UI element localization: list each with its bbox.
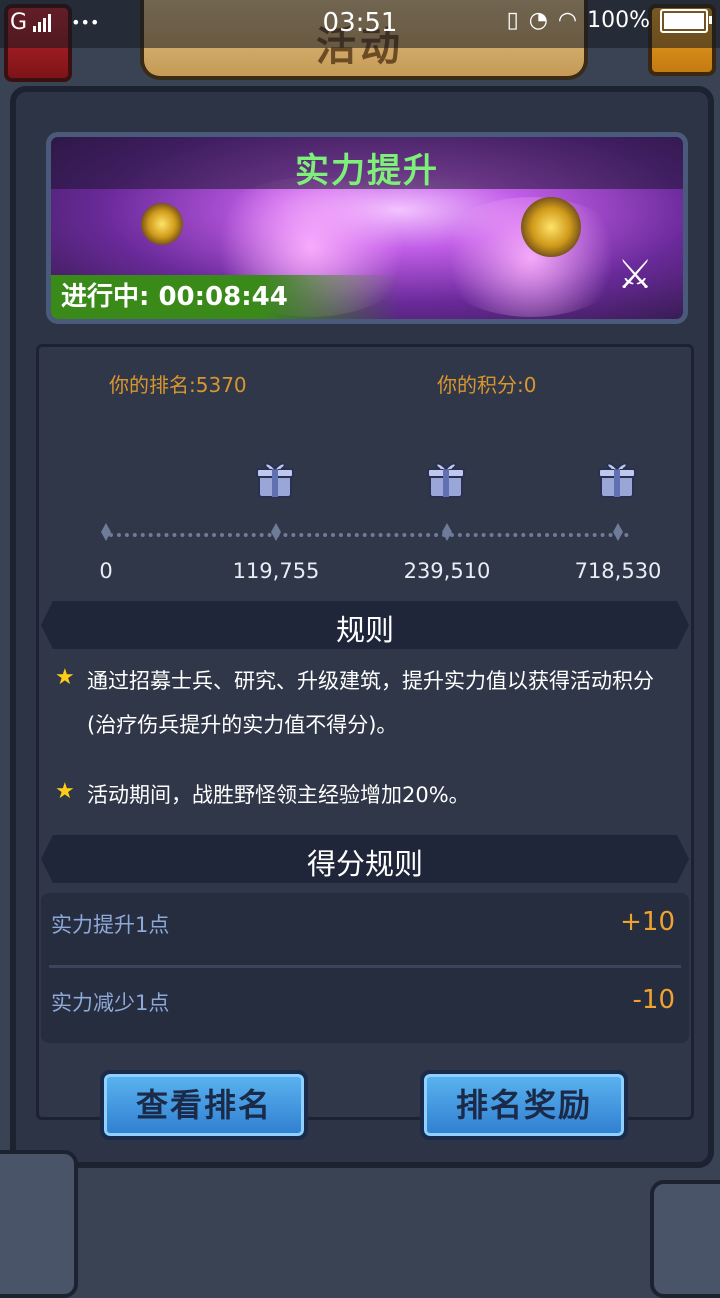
event-status: 进行中: 00:08:44 (51, 275, 401, 319)
milestone-value: 718,530 (574, 559, 662, 583)
rock-decoration (650, 1180, 720, 1298)
orb-icon (141, 203, 183, 245)
alarm-icon: ◔ (528, 8, 548, 33)
score-value: 0 (523, 373, 537, 397)
rule-item: 通过招募士兵、研究、升级建筑，提升实力值以获得活动积分(治疗伤兵提升的实力值不得… (87, 669, 654, 737)
battery-icon (660, 8, 712, 33)
main-frame: 实力提升 进行中: 00:08:44 ⚔ 你的排名:5370 你的积分:0 0 … (10, 86, 714, 1168)
milestone-value: 0 (99, 559, 113, 583)
status-label: 进行中: (61, 282, 150, 312)
rank-info: 你的排名:5370 (109, 369, 247, 398)
score-row-label: 实力提升1点 (51, 913, 170, 937)
event-banner[interactable]: 实力提升 进行中: 00:08:44 ⚔ (46, 132, 688, 324)
status-bar: G ••• 03:51 ▯ ◔ ◠ 100% (0, 0, 720, 48)
progress-track (109, 533, 629, 537)
score-row: 实力减少1点 -10 (51, 971, 675, 1031)
info-panel: 你的排名:5370 你的积分:0 0 119,755 239,510 718,5… (36, 344, 694, 1120)
warriors-icon: ⚔ (617, 252, 653, 298)
milestone-marker (613, 523, 623, 541)
star-icon: ★ (55, 779, 75, 804)
divider (49, 965, 681, 968)
score-row-label: 实力减少1点 (51, 991, 170, 1015)
rank-value: 5370 (195, 373, 247, 397)
milestone-marker (442, 523, 452, 541)
gift-icon[interactable] (424, 457, 468, 501)
orb-icon (521, 197, 581, 257)
rule-item: 活动期间，战胜野怪领主经验增加20%。 (87, 783, 470, 807)
star-icon: ★ (55, 665, 75, 690)
event-title: 实力提升 (295, 151, 439, 191)
rules-title: 规则 (335, 613, 394, 647)
vibrate-icon: ▯ (506, 8, 519, 33)
wifi-icon: ◠ (557, 8, 578, 33)
milestone-marker (101, 523, 111, 541)
scoring-table: 实力提升1点 +10 实力减少1点 -10 (41, 893, 689, 1043)
scoring-header: 得分规则 (41, 835, 689, 883)
milestone-value: 239,510 (403, 559, 491, 583)
milestone-marker (271, 523, 281, 541)
score-row-value: -10 (632, 985, 675, 1015)
score-label: 你的积分: (437, 373, 524, 397)
milestone-value: 119,755 (232, 559, 320, 583)
score-row: 实力提升1点 +10 (51, 893, 675, 953)
score-info: 你的积分:0 (437, 369, 536, 398)
gift-icon[interactable] (595, 457, 639, 501)
view-rank-button[interactable]: 查看排名 (100, 1070, 308, 1140)
rank-label: 你的排名: (109, 373, 196, 397)
rules-header: 规则 (41, 601, 689, 649)
status-right: ▯ ◔ ◠ 100% (506, 8, 712, 33)
gift-icon[interactable] (253, 457, 297, 501)
countdown: 00:08:44 (158, 282, 288, 312)
battery-percent: 100% (587, 8, 650, 33)
score-row-value: +10 (620, 907, 675, 937)
rank-reward-button[interactable]: 排名奖励 (420, 1070, 628, 1140)
scoring-title: 得分规则 (306, 847, 423, 881)
rock-decoration (0, 1150, 78, 1298)
